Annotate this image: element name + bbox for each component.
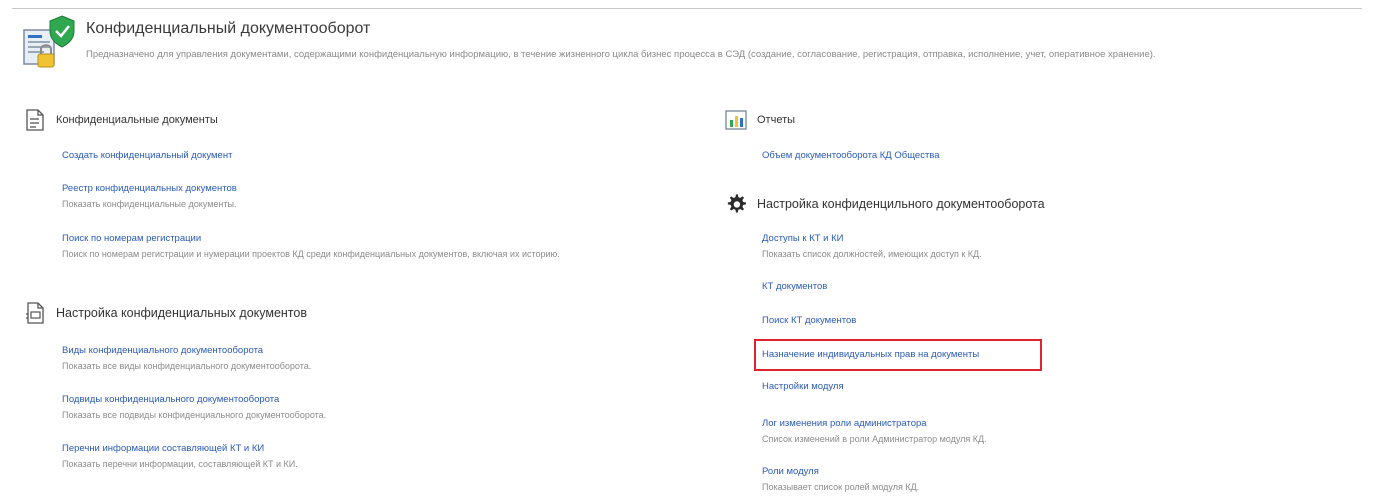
document-list-icon [24, 109, 46, 131]
list-item: Создать конфиденциальный документ [62, 150, 232, 161]
section-reports: Отчеты [725, 109, 795, 131]
confidential-doc-shield-icon [20, 14, 78, 72]
item-description: Показать все виды конфиденциального доку… [62, 361, 312, 371]
create-confidential-document-link[interactable]: Создать конфиденциальный документ [62, 150, 232, 161]
module-roles-link[interactable]: Роли модуля [762, 466, 919, 477]
list-item: Подвиды конфиденциального документооборо… [62, 394, 326, 421]
gear-icon [725, 193, 747, 215]
list-item: Виды конфиденциального документооборота … [62, 345, 311, 372]
list-item: Перечни информации составляющей КТ и КИ … [62, 443, 298, 470]
document-settings-icon [24, 302, 46, 324]
kt-documents-link[interactable]: КТ документов [762, 281, 827, 292]
section-confidential-settings: Настройка конфиденциальных документов [24, 302, 307, 324]
item-description: Показать список должностей, имеющих дост… [762, 249, 982, 259]
section-title: Настройка конфиденциальных документов [56, 306, 307, 320]
item-description: Показать все подвиды конфиденциального д… [62, 410, 327, 420]
item-description: Список изменений в роли Администратор мо… [762, 434, 987, 444]
section-title: Настройка конфиденцильного документообор… [757, 197, 1045, 211]
list-item: Поиск КТ документов [762, 315, 856, 326]
kt-ki-access-link[interactable]: Доступы к КТ и КИ [762, 233, 982, 244]
list-item: Реестр конфиденциальных документов Показ… [62, 183, 237, 210]
page-description: Предназначено для управления документами… [86, 49, 1156, 60]
confidential-workflow-subtypes-link[interactable]: Подвиды конфиденциального документооборо… [62, 394, 326, 405]
list-item: Роли модуля Показывает список ролей моду… [762, 466, 919, 493]
confidential-documents-registry-link[interactable]: Реестр конфиденциальных документов [62, 183, 237, 194]
section-confidential-documents: Конфиденциальные документы [24, 109, 218, 131]
search-kt-documents-link[interactable]: Поиск КТ документов [762, 315, 856, 326]
report-chart-icon [725, 109, 747, 131]
kt-ki-info-lists-link[interactable]: Перечни информации составляющей КТ и КИ [62, 443, 298, 454]
list-item: КТ документов [762, 281, 827, 292]
search-by-registration-link[interactable]: Поиск по номерам регистрации [62, 233, 682, 244]
list-item: Поиск по номерам регистрации Поиск по но… [62, 233, 682, 260]
list-item: Доступы к КТ и КИ Показать список должно… [762, 233, 982, 260]
item-description: Показать конфиденциальные документы. [62, 199, 237, 209]
list-item: Объем документооборота КД Общества [762, 150, 940, 161]
page-title: Конфиденциальный документооборот [86, 20, 371, 37]
module-settings-link[interactable]: Настройки модуля [762, 381, 844, 392]
admin-role-log-link[interactable]: Лог изменения роли администратора [762, 418, 987, 429]
item-description: Показать перечни информации, составляюще… [62, 459, 298, 469]
list-item: Настройки модуля [762, 381, 844, 392]
item-description: Поиск по номерам регистрации и нумерации… [62, 249, 560, 259]
list-item: Лог изменения роли администратора Список… [762, 418, 987, 445]
highlight-frame [754, 339, 1042, 371]
document-volume-report-link[interactable]: Объем документооборота КД Общества [762, 150, 940, 161]
section-title: Отчеты [757, 114, 796, 126]
confidential-workflow-types-link[interactable]: Виды конфиденциального документооборота [62, 345, 311, 356]
section-workflow-settings: Настройка конфиденцильного документообор… [725, 193, 1045, 215]
top-divider [12, 8, 1362, 9]
item-description: Показывает список ролей модуля КД. [762, 482, 920, 492]
section-title: Конфиденциальные документы [56, 114, 218, 126]
